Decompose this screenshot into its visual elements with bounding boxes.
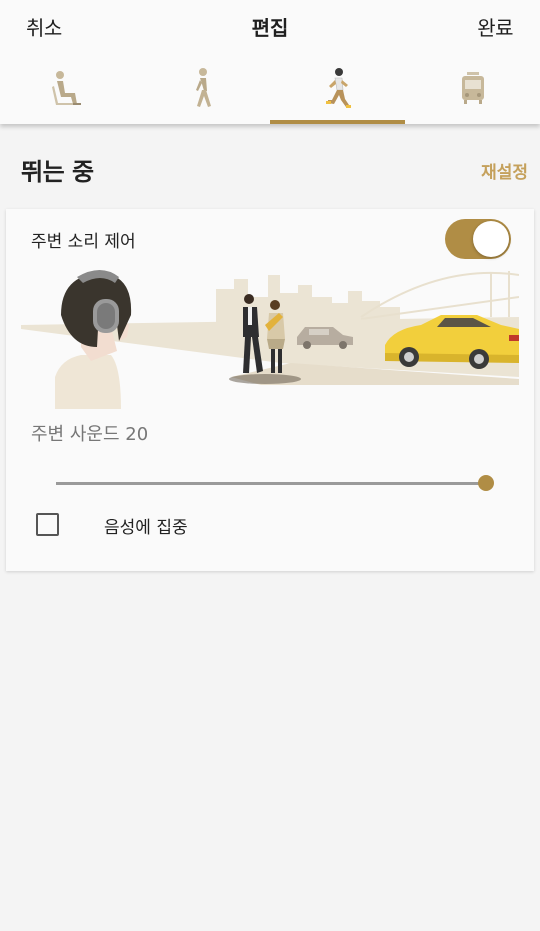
- toggle-knob: [473, 221, 509, 257]
- sitting-person-icon: [48, 66, 88, 114]
- slider-thumb[interactable]: [478, 475, 494, 491]
- header-bar: 취소 편집 완료: [0, 0, 540, 124]
- activity-tabs: [0, 60, 540, 124]
- slider-track: [56, 482, 486, 485]
- ambient-illustration: [21, 267, 520, 409]
- noise-control-toggle[interactable]: [445, 219, 511, 259]
- walking-person-icon: [183, 66, 223, 114]
- noise-control-label: 주변 소리 제어: [31, 232, 136, 252]
- done-button[interactable]: 완료: [477, 12, 513, 41]
- ambient-sound-label: 주변 사운드 20: [31, 424, 149, 445]
- section-title: 뛰는 중: [21, 158, 94, 186]
- train-icon: [453, 66, 493, 114]
- running-person-icon: [318, 66, 358, 114]
- tab-sitting[interactable]: [0, 60, 135, 124]
- page-title: 편집: [251, 16, 289, 40]
- voice-focus-label: 음성에 집중: [104, 518, 188, 538]
- ambient-sound-slider[interactable]: [56, 471, 494, 495]
- tab-walking[interactable]: [135, 60, 270, 124]
- tab-train[interactable]: [405, 60, 540, 124]
- reset-button[interactable]: 재설정: [481, 158, 528, 183]
- tab-running[interactable]: [270, 60, 405, 124]
- section-header: 뛰는 중 재설정: [0, 140, 540, 200]
- voice-focus-checkbox[interactable]: [36, 513, 59, 536]
- noise-control-card: 주변 소리 제어 주변 사운드 20 음성에 집중: [6, 209, 534, 571]
